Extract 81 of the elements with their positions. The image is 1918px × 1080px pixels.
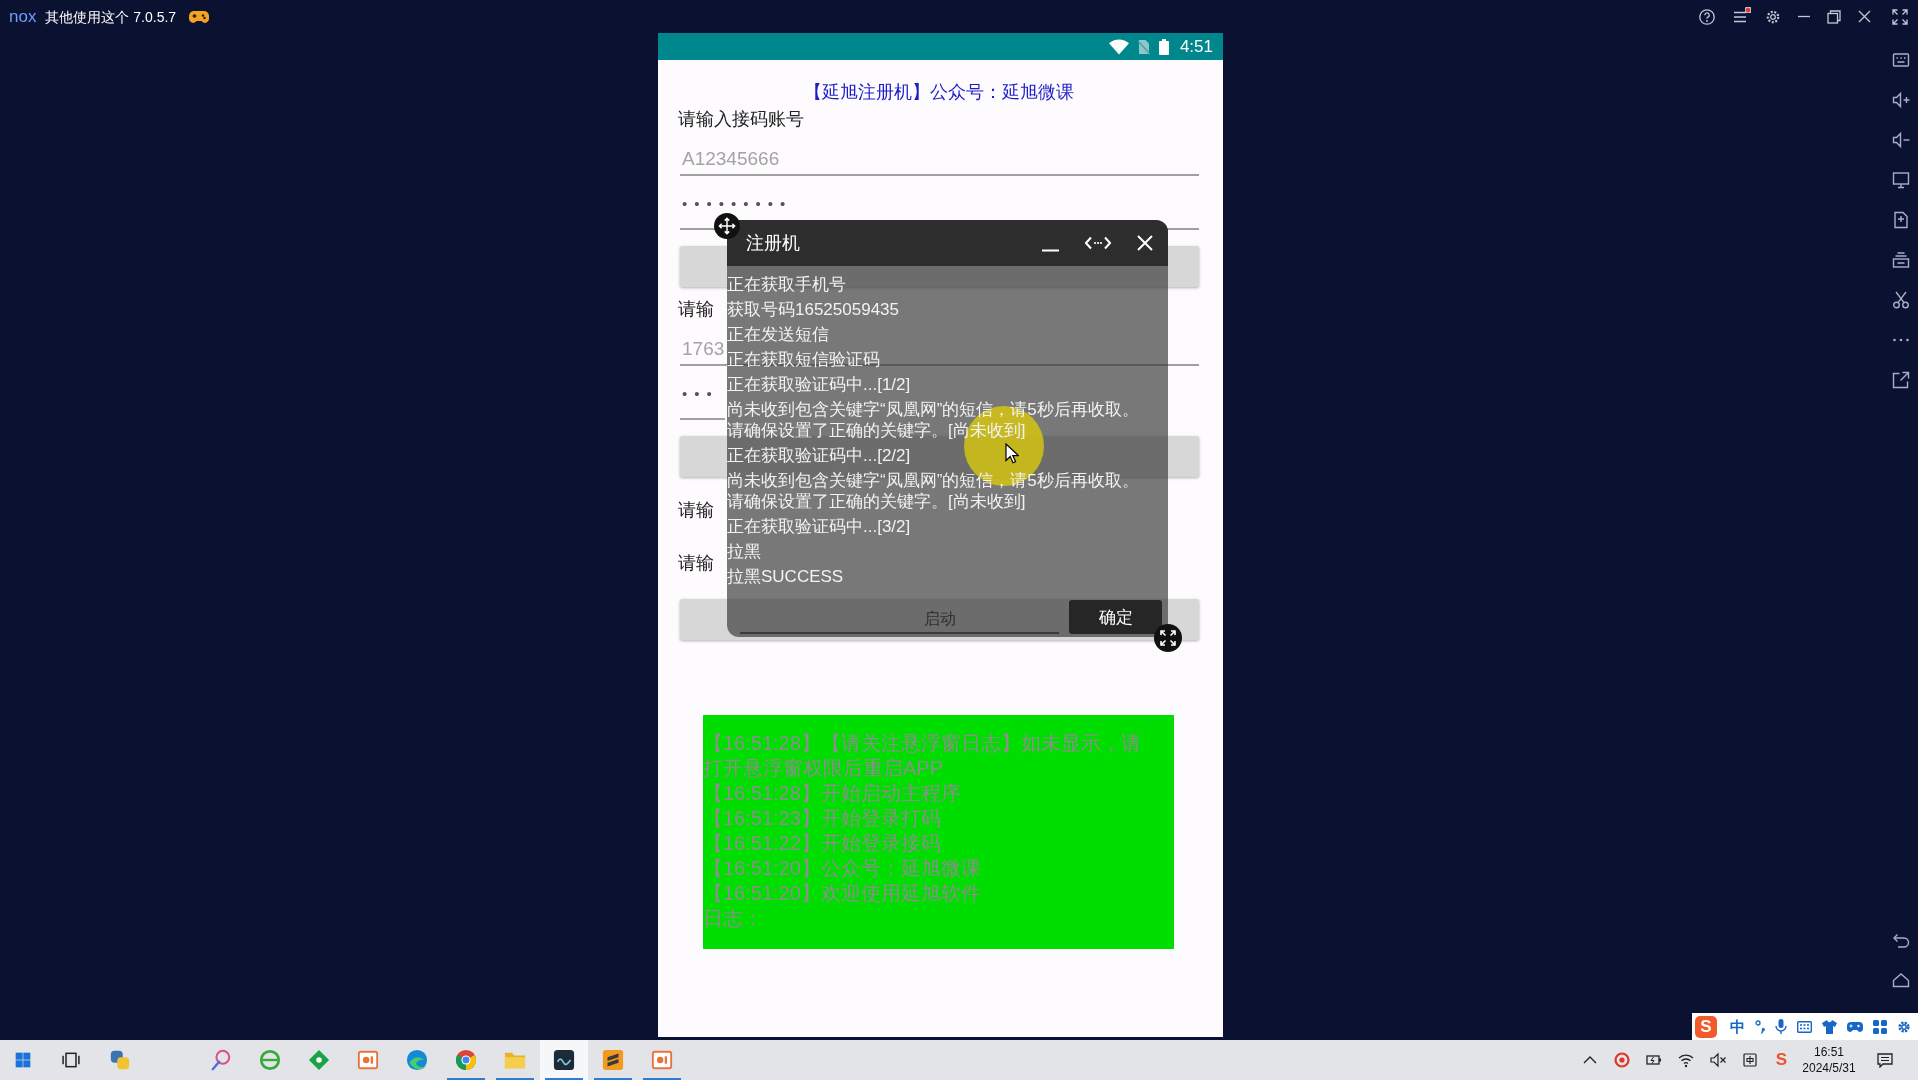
status-time: 4:51 [1179,36,1213,57]
notification-icon[interactable] [1877,1052,1893,1068]
back-icon[interactable] [1892,931,1910,949]
close-icon[interactable] [1858,10,1871,23]
gamepad-icon[interactable] [1847,1020,1863,1033]
log-entry: 【16:51:28】【请关注悬浮窗日志】如未显示，请 打开悬浮窗权限后重启APP [703,731,1141,781]
password-field[interactable]: ••• [680,366,725,420]
mute-icon[interactable] [1709,1052,1726,1068]
log-entry: 正在获取验证码中...[1/2] [727,374,911,395]
text-field[interactable]: A12345666 [680,131,1199,176]
striped-tile-icon [602,1049,624,1071]
taskbar-button[interactable] [540,1040,588,1080]
shirt-icon[interactable] [1822,1019,1837,1034]
record-ring-icon[interactable] [1613,1052,1630,1068]
confirm-button[interactable]: 确定 [1069,600,1162,634]
field-label: 请输 [678,298,714,321]
app-logo: nox [9,6,37,27]
wifi-icon [1108,38,1129,55]
battery-icon [1158,38,1169,55]
log-entry: 正在获取验证码中...[2/2] [727,445,911,466]
log-entry: 获取号码16525059435 [727,299,899,320]
task-view-icon [61,1050,81,1070]
restore-icon[interactable] [1827,9,1841,24]
scissors-icon[interactable] [1892,291,1910,309]
microphone-icon[interactable] [1775,1019,1787,1034]
settings-icon[interactable] [1765,8,1781,25]
log-entry: 正在发送短信 [727,324,829,345]
input-method-icon[interactable] [1741,1052,1758,1068]
log-entry: 正在获取手机号 [727,274,846,295]
field-label: 请输 [678,552,714,575]
expand-icon[interactable] [1154,624,1182,652]
swirl-icon [406,1049,428,1071]
menu-icon[interactable] [1732,10,1748,23]
diamond-icon [308,1049,330,1071]
log-entry: 拉黑 [727,541,761,562]
slide-tile-icon [651,1049,673,1071]
log-entry: 正在获取验证码中...[3/2] [727,516,911,537]
help-icon[interactable] [1699,8,1715,25]
magnifier-icon [210,1049,232,1071]
fullscreen-icon[interactable] [1892,8,1908,25]
log-entry: 【16:51:28】开始启动主程序 [703,781,961,806]
grid-icon[interactable] [1873,1019,1887,1034]
log-entry: 【16:51:23】开始登录打码 [703,806,941,831]
volume-down-icon[interactable] [1892,131,1910,149]
wave-tile-icon [553,1049,575,1071]
keyboard-icon[interactable] [1797,1020,1812,1033]
overlap-squares-icon [109,1049,131,1071]
ime-mode[interactable]: 中 [1730,1017,1745,1036]
segmented-circle-icon [455,1049,477,1071]
log-entry: 【16:51:20】欢迎使用延旭软件 [703,881,981,906]
home-icon[interactable] [1892,971,1910,989]
log-entry: 【16:51:22】开始登录接码 [703,831,941,856]
battery-icon[interactable] [1645,1052,1662,1068]
move-icon[interactable] [714,213,740,239]
no-sim-icon [1137,38,1150,55]
keyboard-icon[interactable] [1892,51,1910,69]
slide-tile-icon [357,1049,379,1071]
log-entry: 日志： [703,906,763,931]
window-title: 其他使用这个 7.0.5.7 [45,7,177,26]
cursor-icon [1005,443,1019,464]
monitor-icon[interactable] [1892,171,1910,189]
dialog-title: 注册机 [746,232,800,254]
settings-icon[interactable] [1897,1019,1911,1034]
log-entry: 拉黑SUCCESS [727,566,844,587]
start-icon [15,1052,31,1068]
clock-date[interactable]: 2024/5/31 [1802,1060,1856,1076]
external-link-icon[interactable] [1892,371,1910,389]
app-heading: 【延旭注册机】公众号：延旭微课 [803,81,1074,104]
wifi-icon[interactable] [1677,1052,1694,1068]
field-label: 请输入接码账号 [678,108,804,131]
add-file-icon[interactable] [1892,211,1910,229]
ring-bar-icon [259,1049,281,1071]
horizontal-arrows-icon[interactable] [1085,236,1111,250]
clock-time[interactable]: 16:51 [1814,1044,1844,1060]
gamepad-icon[interactable] [189,8,210,25]
volume-up-icon[interactable] [1892,91,1910,109]
punctuation-icon[interactable] [1755,1019,1765,1034]
stack-icon[interactable] [1892,251,1910,269]
log-entry: 【16:51:20】公众号：延旭微课 [703,856,981,881]
minimize-icon[interactable] [1798,15,1810,18]
field-label: 请输 [678,499,714,522]
